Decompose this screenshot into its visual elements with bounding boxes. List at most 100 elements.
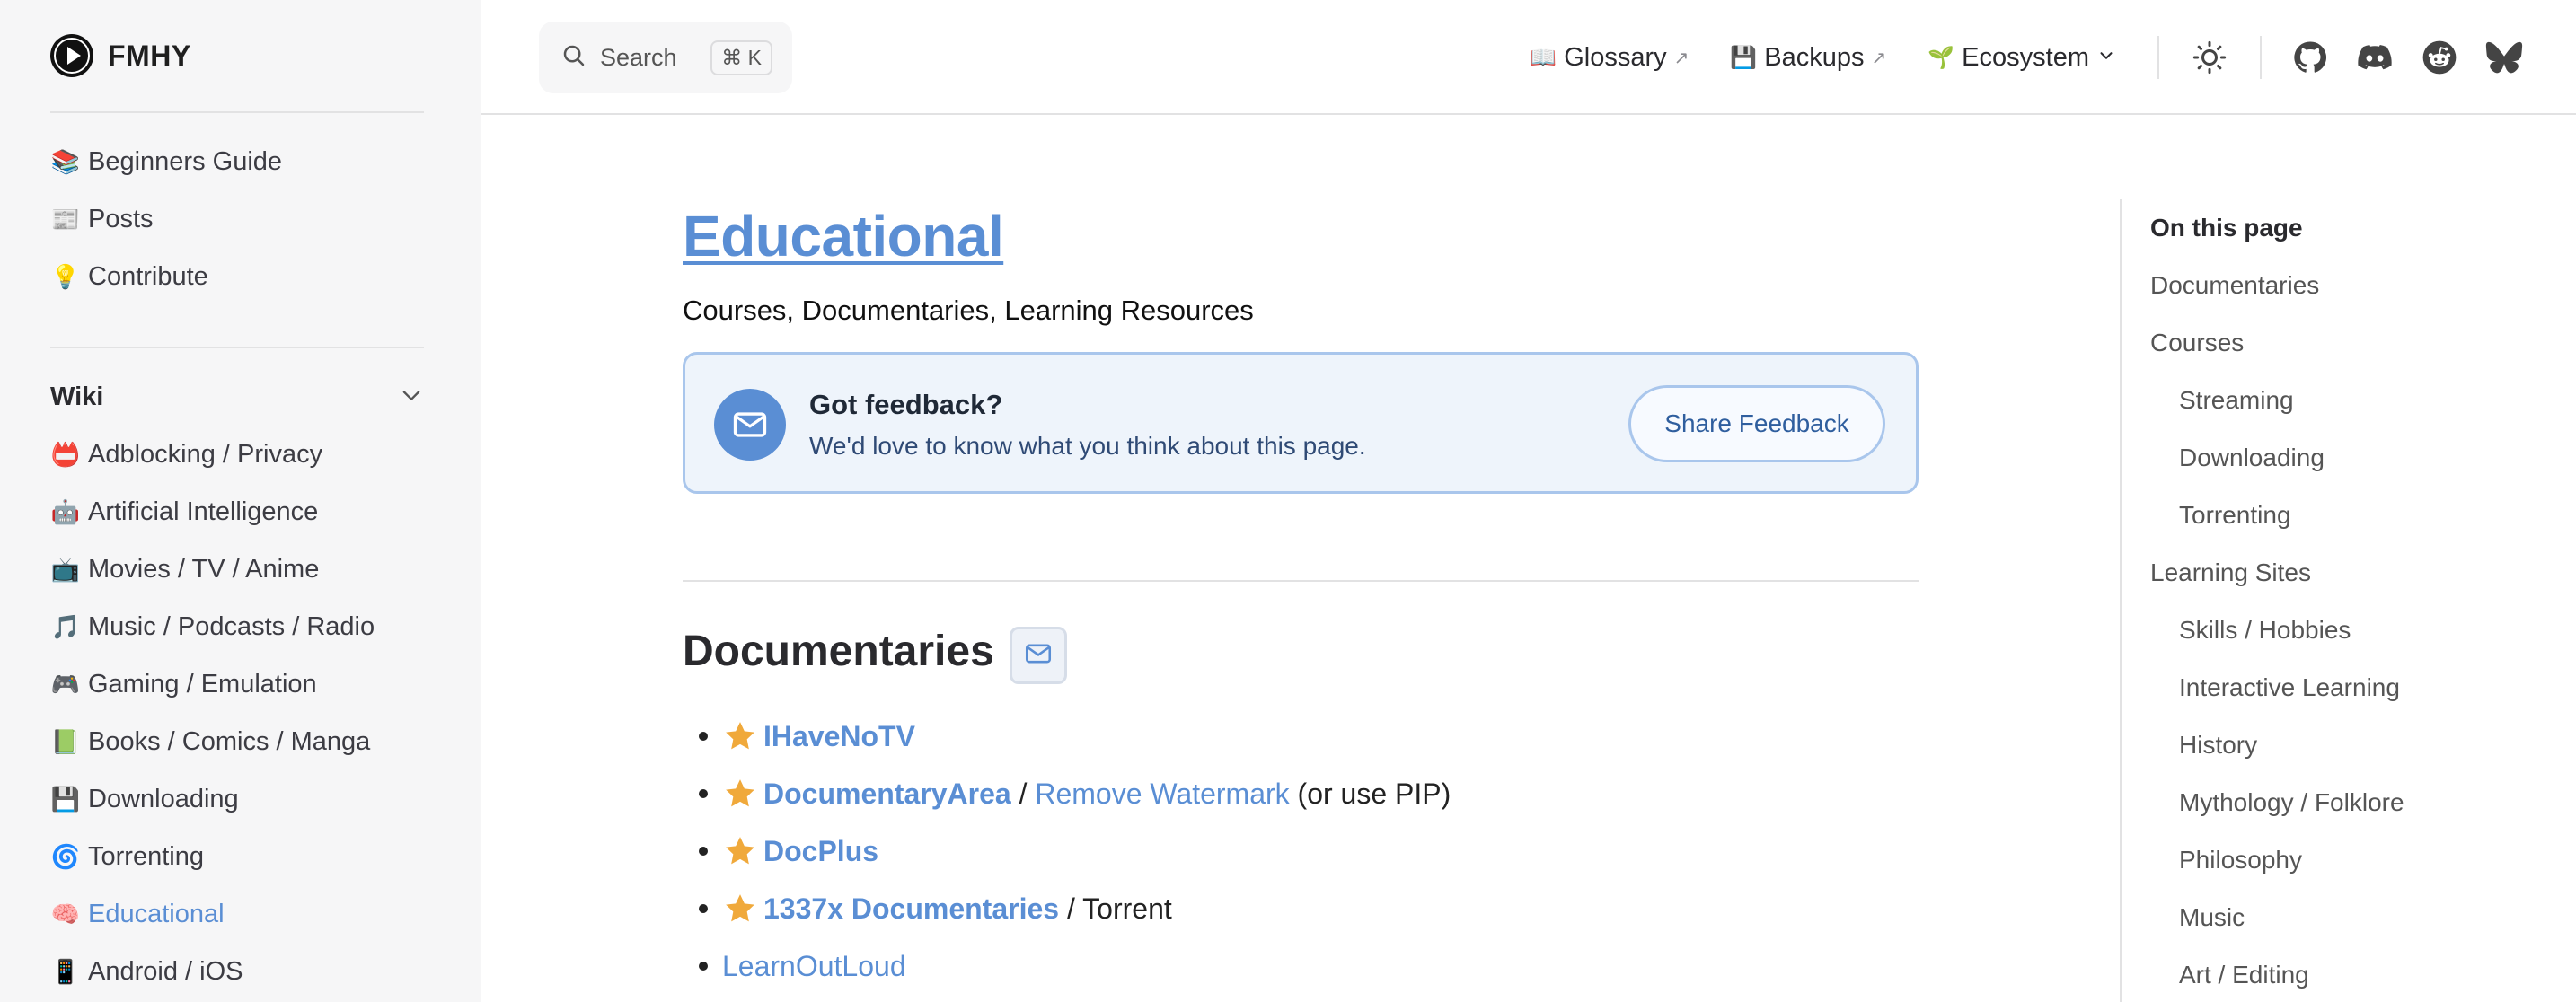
search-button[interactable]: Search ⌘ K: [539, 22, 792, 93]
sidebar-wiki-list: 📛 Adblocking / Privacy 🤖 Artificial Inte…: [50, 426, 428, 1000]
nav-divider: [2260, 36, 2262, 79]
page-title[interactable]: Educational: [683, 203, 1004, 269]
star-icon: [726, 837, 754, 865]
nav-link-backups[interactable]: 💾 Backups ↗: [1730, 43, 1886, 73]
newspaper-icon: 📰: [50, 205, 81, 233]
floppy-disk-icon: 💾: [50, 785, 81, 813]
toc-item-torrenting[interactable]: Torrenting: [2150, 487, 2404, 544]
reddit-icon[interactable]: [2418, 36, 2461, 79]
chevron-down-icon[interactable]: [399, 382, 424, 412]
star-icon: [726, 894, 754, 922]
link-docplus[interactable]: DocPlus: [763, 835, 878, 868]
green-book-icon: 📗: [50, 727, 81, 755]
toc-item-history[interactable]: History: [2150, 716, 2404, 774]
sidebar: FMHY 📚 Beginners Guide 📰 Posts 💡 Contrib…: [0, 0, 481, 1002]
sidebar-item-label: Artificial Intelligence: [88, 497, 319, 526]
nav-link-label: Ecosystem: [1962, 42, 2089, 72]
fmhy-logo-icon: [50, 34, 93, 77]
sidebar-item-label: Beginners Guide: [88, 146, 283, 176]
mail-icon: [714, 389, 786, 461]
toc-item-streaming[interactable]: Streaming: [2150, 372, 2404, 429]
sidebar-item-music-podcasts-radio[interactable]: 🎵 Music / Podcasts / Radio: [50, 598, 428, 655]
sidebar-item-label: Downloading: [88, 784, 239, 813]
sidebar-item-android-ios[interactable]: 📱 Android / iOS: [50, 943, 428, 1000]
sidebar-item-artificial-intelligence[interactable]: 🤖 Artificial Intelligence: [50, 483, 428, 541]
nav-link-glossary[interactable]: 📖 Glossary ↗: [1530, 43, 1689, 73]
floppy-disk-icon: 💾: [1730, 45, 1758, 70]
feedback-title: Got feedback?: [809, 389, 1003, 420]
note-text: / Torrent: [1059, 892, 1172, 925]
sidebar-item-educational[interactable]: 🧠 Educational: [50, 885, 428, 943]
toc-item-documentaries[interactable]: Documentaries: [2150, 257, 2404, 314]
toc-item-learning-sites[interactable]: Learning Sites: [2150, 544, 2404, 602]
share-feedback-button[interactable]: Share Feedback: [1628, 385, 1885, 462]
brand[interactable]: FMHY: [50, 34, 191, 77]
sidebar-section-title: Wiki: [50, 382, 104, 411]
list-item: IHaveNoTV: [699, 708, 1451, 765]
sidebar-item-label: Gaming / Emulation: [88, 669, 317, 699]
sidebar-item-downloading[interactable]: 💾 Downloading: [50, 770, 428, 828]
toc-item-mythology-folklore[interactable]: Mythology / Folklore: [2150, 774, 2404, 831]
sun-icon[interactable]: [2188, 36, 2231, 79]
toc-item-downloading[interactable]: Downloading: [2150, 429, 2404, 487]
sidebar-item-torrenting[interactable]: 🌀 Torrenting: [50, 828, 428, 885]
toc-list: Documentaries Courses Streaming Download…: [2150, 257, 2404, 1002]
sidebar-item-gaming-emulation[interactable]: 🎮 Gaming / Emulation: [50, 655, 428, 713]
toc-item-philosophy[interactable]: Philosophy: [2150, 831, 2404, 889]
separator-text: /: [1010, 777, 1036, 810]
cyclone-icon: 🌀: [50, 842, 81, 870]
sidebar-divider: [50, 111, 424, 113]
page-subtitle: Courses, Documentaries, Learning Resourc…: [683, 294, 1254, 326]
list-item: LearnOutLoud: [699, 937, 1451, 995]
section-title-documentaries: Documentaries: [683, 628, 994, 675]
chevron-down-icon: [2096, 43, 2116, 73]
television-icon: 📺: [50, 555, 81, 583]
sidebar-section-wiki[interactable]: Wiki: [50, 375, 424, 418]
music-note-icon: 🎵: [50, 612, 81, 640]
nav-links: 📖 Glossary ↗ 💾 Backups ↗ 🌱 Ecosystem: [1530, 0, 2576, 115]
bluesky-icon[interactable]: [2483, 36, 2526, 79]
sidebar-item-beginners-guide[interactable]: 📚 Beginners Guide: [50, 133, 428, 190]
star-icon: [726, 722, 754, 750]
toc-item-music[interactable]: Music: [2150, 889, 2404, 946]
sidebar-item-label: Books / Comics / Manga: [88, 726, 371, 756]
sidebar-item-posts[interactable]: 📰 Posts: [50, 190, 428, 248]
external-link-icon: ↗: [1673, 48, 1689, 68]
link-remove-watermark[interactable]: Remove Watermark: [1035, 778, 1289, 811]
list-item: DocumentaryArea / Remove Watermark (or u…: [699, 765, 1451, 822]
github-icon[interactable]: [2289, 36, 2332, 79]
external-link-icon: ↗: [1871, 48, 1887, 68]
section-feedback-button[interactable]: [1010, 627, 1067, 684]
toc-item-courses[interactable]: Courses: [2150, 314, 2404, 372]
toc-item-interactive-learning[interactable]: Interactive Learning: [2150, 659, 2404, 716]
feedback-text: We'd love to know what you think about t…: [809, 432, 1366, 460]
list-item: 1337x Documentaries / Torrent: [699, 880, 1451, 937]
sidebar-item-books-comics-manga[interactable]: 📗 Books / Comics / Manga: [50, 713, 428, 770]
documentaries-list: IHaveNoTV DocumentaryArea / Remove Water…: [699, 708, 1451, 995]
toc-title: On this page: [2150, 214, 2303, 242]
brain-icon: 🧠: [50, 900, 81, 927]
books-icon: 📚: [50, 147, 81, 175]
sidebar-item-contribute[interactable]: 💡 Contribute: [50, 248, 428, 305]
content-divider: [683, 580, 1919, 582]
link-documentaryarea[interactable]: DocumentaryArea: [763, 778, 1011, 811]
search-shortcut: ⌘ K: [710, 40, 772, 75]
nav-divider: [2157, 36, 2159, 79]
sidebar-item-adblocking-privacy[interactable]: 📛 Adblocking / Privacy: [50, 426, 428, 483]
sidebar-item-label: Torrenting: [88, 841, 204, 871]
sidebar-item-movies-tv-anime[interactable]: 📺 Movies / TV / Anime: [50, 541, 428, 598]
search-icon: [560, 42, 587, 74]
sidebar-item-label: Music / Podcasts / Radio: [88, 611, 375, 641]
sidebar-item-label: Movies / TV / Anime: [88, 554, 320, 584]
link-learnoutloud[interactable]: LearnOutLoud: [722, 950, 906, 983]
discord-icon[interactable]: [2353, 36, 2396, 79]
link-ihavenotv[interactable]: IHaveNoTV: [763, 720, 915, 753]
link-1337x-documentaries[interactable]: 1337x Documentaries: [763, 892, 1059, 926]
name-badge-icon: 📛: [50, 440, 81, 468]
toc-item-skills-hobbies[interactable]: Skills / Hobbies: [2150, 602, 2404, 659]
nav-link-label: Glossary: [1564, 42, 1667, 72]
top-nav: Search ⌘ K 📖 Glossary ↗ 💾 Backups ↗ 🌱 Ec…: [481, 0, 2576, 115]
nav-link-ecosystem[interactable]: 🌱 Ecosystem: [1928, 43, 2116, 73]
toc-item-art-editing[interactable]: Art / Editing: [2150, 946, 2404, 1002]
search-label: Search: [600, 43, 677, 71]
